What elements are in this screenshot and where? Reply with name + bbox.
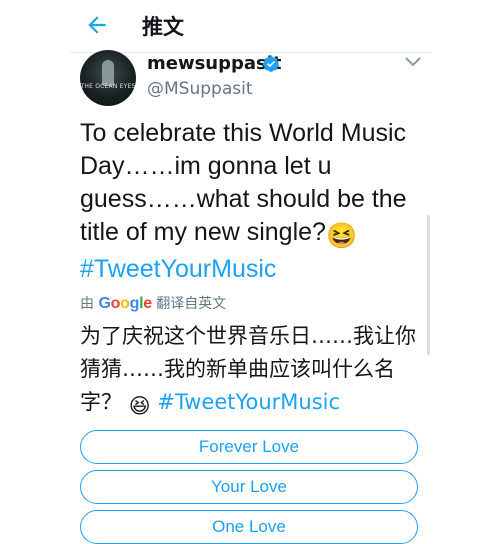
- avatar-caption: THE OCEAN EYES: [80, 83, 136, 90]
- laughing-emoji-icon: 😆: [128, 394, 151, 418]
- translation-attribution[interactable]: 由 Google 翻译自英文: [80, 293, 226, 313]
- top-bar: 推文: [0, 0, 500, 52]
- page-title: 推文: [142, 15, 184, 39]
- tweet-body: To celebrate this World Music Day……im go…: [80, 119, 407, 246]
- chevron-down-icon[interactable]: [404, 55, 422, 69]
- poll-option-2[interactable]: Your Love: [80, 470, 418, 504]
- translated-by-suffix: 翻译自英文: [156, 296, 227, 312]
- google-logo: Google: [98, 295, 152, 312]
- poll-option-3[interactable]: One Love: [80, 510, 418, 544]
- tweet-text: To celebrate this World Music Day……im go…: [80, 117, 432, 286]
- laughing-emoji-icon: 😆: [325, 222, 358, 250]
- hashtag-link[interactable]: #TweetYourMusic: [80, 255, 276, 283]
- translated-text: 为了庆祝这个世界音乐日……我让你猜猜……我的新单曲应该叫什么名字？ 😆 #Twe…: [80, 320, 432, 423]
- translated-hashtag-link[interactable]: #TweetYourMusic: [157, 390, 340, 414]
- back-arrow-icon[interactable]: [84, 12, 110, 38]
- poll-option-1[interactable]: Forever Love: [80, 430, 418, 464]
- handle[interactable]: @MSuppasit: [147, 79, 252, 99]
- verified-badge-icon: [263, 56, 279, 72]
- translated-by-prefix: 由: [80, 296, 94, 312]
- avatar[interactable]: THE OCEAN EYES: [80, 50, 136, 106]
